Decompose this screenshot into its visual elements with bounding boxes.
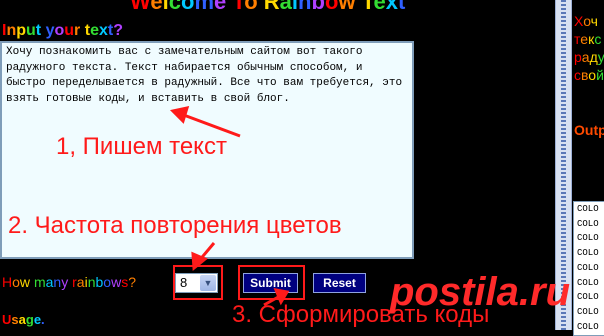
select-highlight-box [173,265,223,300]
page-title: Welcome To Rainbow Text [130,0,406,14]
output-code-line: COLO [577,292,599,303]
annotation-step-1: 1, Пишем текст [56,133,227,160]
output-code-line: COLO [577,321,599,332]
output-code-box[interactable]: COLO COLO COLO COLO COLO COLO COLO COLO COLO [573,201,604,336]
rainbows-label: How many rainbows? [2,274,136,290]
output-code-line: COLO [577,204,599,214]
preview-line-2: текс [574,31,602,47]
output-code-line: COLO [577,248,599,259]
preview-line-1: Хоч [574,13,598,29]
annotation-step-2: 2. Частота повторения цветов [8,212,342,239]
output-code-line: COLO [577,262,599,273]
submit-highlight-box [238,265,305,300]
output-code-line: COLO [577,218,599,229]
input-label: Input your text? [2,22,123,39]
watermark: postila.ru [390,270,571,314]
output-code-line: COLO [577,306,599,317]
preview-line-3: радуж [574,49,604,65]
output-label: Outp [574,122,604,138]
reset-button[interactable]: Reset [313,273,366,293]
usage-link[interactable]: Usage. [2,312,45,327]
text-input-value[interactable]: Хочу познакомить вас с замечательным сай… [2,43,412,109]
output-code-line: COLO [577,233,599,244]
preview-line-4: свой [574,67,604,83]
output-code-line: COLO [577,277,599,288]
